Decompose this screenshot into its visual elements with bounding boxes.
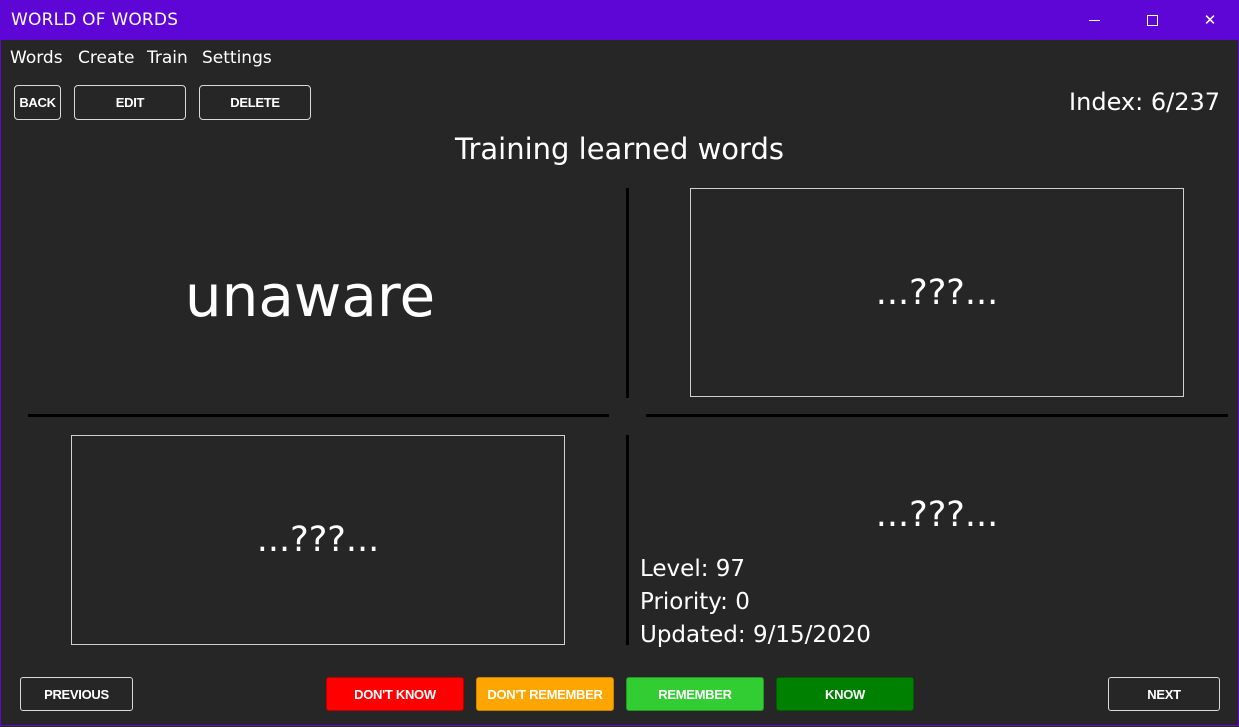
- updated-text: Updated: 9/15/2020: [640, 622, 871, 648]
- menu-create[interactable]: Create: [78, 48, 135, 68]
- dont-remember-button[interactable]: DON'T REMEMBER: [476, 677, 614, 711]
- minimize-icon: [1088, 19, 1100, 21]
- delete-button[interactable]: DELETE: [199, 85, 311, 120]
- back-button[interactable]: BACK: [14, 85, 61, 120]
- menu-settings[interactable]: Settings: [202, 48, 272, 68]
- vertical-divider-top: [626, 188, 629, 398]
- remember-button[interactable]: REMEMBER: [626, 677, 764, 711]
- reveal-box-top-right[interactable]: ...???...: [690, 188, 1184, 397]
- word-display: unaware: [184, 262, 436, 330]
- index-counter: Index: 6/237: [1069, 88, 1220, 116]
- menu-words[interactable]: Words: [10, 48, 63, 68]
- close-button[interactable]: ✕: [1181, 0, 1239, 40]
- horizontal-divider-right: [646, 414, 1228, 417]
- minimize-button[interactable]: [1065, 0, 1123, 40]
- level-text: Level: 97: [640, 556, 746, 582]
- page-title: Training learned words: [455, 132, 784, 166]
- reveal-box-bottom-left[interactable]: ...???...: [71, 435, 565, 645]
- hidden-answer-top-right: ...???...: [875, 272, 999, 313]
- hidden-answer-bottom-right[interactable]: ...???...: [646, 495, 1228, 535]
- maximize-button[interactable]: [1123, 0, 1181, 40]
- know-button[interactable]: KNOW: [776, 677, 914, 711]
- app-title: WORLD OF WORDS: [11, 10, 179, 30]
- close-icon: ✕: [1203, 11, 1217, 29]
- edit-button[interactable]: EDIT: [74, 85, 186, 120]
- horizontal-divider-left: [28, 414, 609, 417]
- vertical-divider-bottom: [626, 435, 629, 645]
- next-button[interactable]: NEXT: [1108, 677, 1220, 711]
- previous-button[interactable]: PREVIOUS: [20, 677, 133, 711]
- dont-know-button[interactable]: DON'T KNOW: [326, 677, 464, 711]
- maximize-icon: [1146, 14, 1158, 26]
- title-bar[interactable]: WORLD OF WORDS ✕: [0, 0, 1239, 40]
- priority-text: Priority: 0: [640, 589, 750, 615]
- menu-train[interactable]: Train: [147, 48, 188, 68]
- hidden-answer-bottom-left: ...???...: [256, 520, 380, 560]
